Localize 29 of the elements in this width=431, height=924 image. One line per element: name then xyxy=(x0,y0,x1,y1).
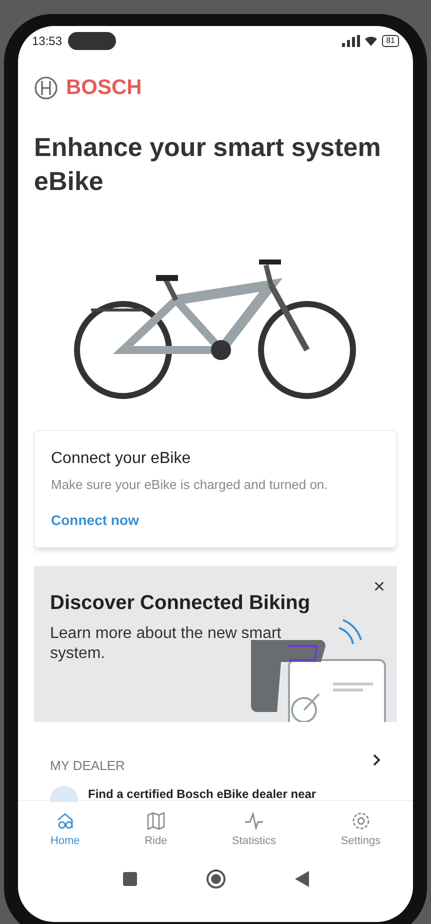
pulse-icon xyxy=(244,811,264,831)
card-title: Connect your eBike xyxy=(51,448,192,468)
nav-tab[interactable]: Home xyxy=(50,811,80,850)
settings-icon xyxy=(350,811,371,831)
page-title: Enhance your smart system eBike xyxy=(33,130,382,198)
back-icon[interactable] xyxy=(294,871,308,887)
nav-tab[interactable]: Ride xyxy=(144,811,168,850)
home-bike-icon xyxy=(55,811,76,831)
chevron-right-icon[interactable] xyxy=(373,754,381,766)
nav-tab[interactable]: Settings xyxy=(340,811,381,850)
section-heading: MY DEALER xyxy=(50,757,125,775)
connect-link[interactable]: Connect now xyxy=(51,510,139,531)
camera-cutout xyxy=(68,32,116,50)
promo-text: Learn more about the new smart system. xyxy=(50,624,282,664)
promo-title: Discover Connected Biking xyxy=(50,591,312,616)
logo-icon xyxy=(34,76,58,100)
map-icon xyxy=(146,811,166,831)
wifi-icon xyxy=(364,35,378,47)
signal-icon xyxy=(342,35,360,47)
brand-name: BOSCH xyxy=(66,75,142,101)
dealer-avatar xyxy=(50,786,78,802)
dealer-text[interactable]: Find a certified Bosch eBike dealer near xyxy=(88,787,316,801)
status-time: 13:53 xyxy=(32,33,62,50)
battery-icon: 81 xyxy=(382,35,399,47)
card-text: Make sure your eBike is charged and turned on. xyxy=(51,476,329,494)
close-button[interactable]: × xyxy=(373,572,385,602)
nav-tab[interactable]: Statistics xyxy=(232,811,276,850)
home-circle-icon[interactable] xyxy=(206,869,226,889)
recents-icon[interactable] xyxy=(122,872,136,886)
